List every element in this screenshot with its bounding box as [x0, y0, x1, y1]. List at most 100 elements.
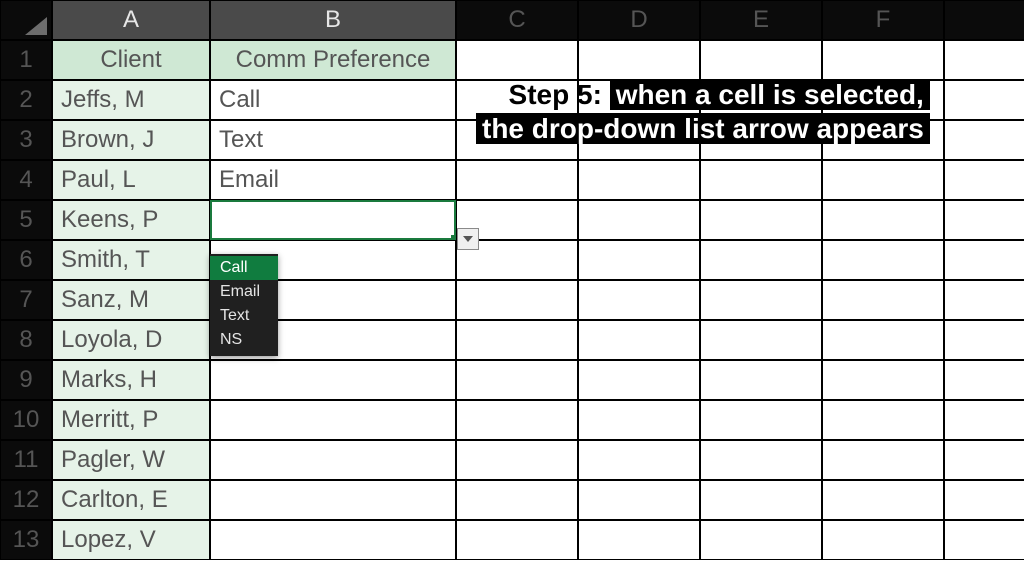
- cell-G5[interactable]: [944, 200, 1024, 240]
- col-head-E[interactable]: E: [700, 0, 822, 40]
- cell-D5[interactable]: [578, 200, 700, 240]
- cell-D6[interactable]: [578, 240, 700, 280]
- cell-C11[interactable]: [456, 440, 578, 480]
- cell-G12[interactable]: [944, 480, 1024, 520]
- row-head-13[interactable]: 13: [0, 520, 52, 560]
- cell-E8[interactable]: [700, 320, 822, 360]
- row-head-6[interactable]: 6: [0, 240, 52, 280]
- cell-D13[interactable]: [578, 520, 700, 560]
- cell-B2[interactable]: Call: [210, 80, 456, 120]
- cell-B13[interactable]: [210, 520, 456, 560]
- cell-G7[interactable]: [944, 280, 1024, 320]
- row-head-5[interactable]: 5: [0, 200, 52, 240]
- cell-F13[interactable]: [822, 520, 944, 560]
- row-head-8[interactable]: 8: [0, 320, 52, 360]
- cell-D9[interactable]: [578, 360, 700, 400]
- cell-E9[interactable]: [700, 360, 822, 400]
- cell-B11[interactable]: [210, 440, 456, 480]
- cell-D12[interactable]: [578, 480, 700, 520]
- cell-G13[interactable]: [944, 520, 1024, 560]
- cell-G6[interactable]: [944, 240, 1024, 280]
- cell-E13[interactable]: [700, 520, 822, 560]
- col-head-B[interactable]: B: [210, 0, 456, 40]
- col-head-C[interactable]: C: [456, 0, 578, 40]
- cell-A13[interactable]: Lopez, V: [52, 520, 210, 560]
- cell-E6[interactable]: [700, 240, 822, 280]
- cell-F1[interactable]: [822, 40, 944, 80]
- row-head-12[interactable]: 12: [0, 480, 52, 520]
- cell-A11[interactable]: Pagler, W: [52, 440, 210, 480]
- cell-F8[interactable]: [822, 320, 944, 360]
- cell-A5[interactable]: Keens, P: [52, 200, 210, 240]
- cell-E12[interactable]: [700, 480, 822, 520]
- cell-E1[interactable]: [700, 40, 822, 80]
- cell-E4[interactable]: [700, 160, 822, 200]
- dropdown-option-text[interactable]: Text: [210, 304, 278, 328]
- cell-A3[interactable]: Brown, J: [52, 120, 210, 160]
- cell-D10[interactable]: [578, 400, 700, 440]
- cell-G1[interactable]: [944, 40, 1024, 80]
- cell-D1[interactable]: [578, 40, 700, 80]
- row-head-4[interactable]: 4: [0, 160, 52, 200]
- cell-A6[interactable]: Smith, T: [52, 240, 210, 280]
- cell-F11[interactable]: [822, 440, 944, 480]
- cell-B5-selected[interactable]: [210, 200, 456, 240]
- cell-G8[interactable]: [944, 320, 1024, 360]
- cell-F7[interactable]: [822, 280, 944, 320]
- cell-C9[interactable]: [456, 360, 578, 400]
- cell-A12[interactable]: Carlton, E: [52, 480, 210, 520]
- cell-A8[interactable]: Loyola, D: [52, 320, 210, 360]
- header-client[interactable]: Client: [52, 40, 210, 80]
- cell-B12[interactable]: [210, 480, 456, 520]
- validation-dropdown-list[interactable]: Call Email Text NS: [210, 254, 278, 356]
- cell-F6[interactable]: [822, 240, 944, 280]
- cell-E5[interactable]: [700, 200, 822, 240]
- cell-G9[interactable]: [944, 360, 1024, 400]
- cell-A4[interactable]: Paul, L: [52, 160, 210, 200]
- cell-F5[interactable]: [822, 200, 944, 240]
- header-comm-pref[interactable]: Comm Preference: [210, 40, 456, 80]
- row-head-1[interactable]: 1: [0, 40, 52, 80]
- dropdown-arrow-button[interactable]: [457, 228, 479, 250]
- cell-G4[interactable]: [944, 160, 1024, 200]
- cell-E7[interactable]: [700, 280, 822, 320]
- row-head-2[interactable]: 2: [0, 80, 52, 120]
- dropdown-option-ns[interactable]: NS: [210, 328, 278, 352]
- dropdown-option-email[interactable]: Email: [210, 280, 278, 304]
- cell-G3[interactable]: [944, 120, 1024, 160]
- cell-C4[interactable]: [456, 160, 578, 200]
- cell-F10[interactable]: [822, 400, 944, 440]
- cell-A10[interactable]: Merritt, P: [52, 400, 210, 440]
- cell-D7[interactable]: [578, 280, 700, 320]
- row-head-10[interactable]: 10: [0, 400, 52, 440]
- cell-D8[interactable]: [578, 320, 700, 360]
- cell-C1[interactable]: [456, 40, 578, 80]
- cell-G10[interactable]: [944, 400, 1024, 440]
- col-head-F[interactable]: F: [822, 0, 944, 40]
- cell-G2[interactable]: [944, 80, 1024, 120]
- cell-E11[interactable]: [700, 440, 822, 480]
- row-head-3[interactable]: 3: [0, 120, 52, 160]
- cell-C10[interactable]: [456, 400, 578, 440]
- row-head-9[interactable]: 9: [0, 360, 52, 400]
- col-head-A[interactable]: A: [52, 0, 210, 40]
- cell-C12[interactable]: [456, 480, 578, 520]
- cell-C7[interactable]: [456, 280, 578, 320]
- select-all-corner[interactable]: [0, 0, 52, 40]
- cell-A7[interactable]: Sanz, M: [52, 280, 210, 320]
- cell-A2[interactable]: Jeffs, M: [52, 80, 210, 120]
- row-head-7[interactable]: 7: [0, 280, 52, 320]
- cell-E10[interactable]: [700, 400, 822, 440]
- cell-F4[interactable]: [822, 160, 944, 200]
- cell-D4[interactable]: [578, 160, 700, 200]
- cell-A9[interactable]: Marks, H: [52, 360, 210, 400]
- col-head-D[interactable]: D: [578, 0, 700, 40]
- cell-B3[interactable]: Text: [210, 120, 456, 160]
- row-head-11[interactable]: 11: [0, 440, 52, 480]
- cell-F9[interactable]: [822, 360, 944, 400]
- cell-B9[interactable]: [210, 360, 456, 400]
- cell-B10[interactable]: [210, 400, 456, 440]
- cell-D11[interactable]: [578, 440, 700, 480]
- dropdown-option-call[interactable]: Call: [210, 256, 278, 280]
- cell-F12[interactable]: [822, 480, 944, 520]
